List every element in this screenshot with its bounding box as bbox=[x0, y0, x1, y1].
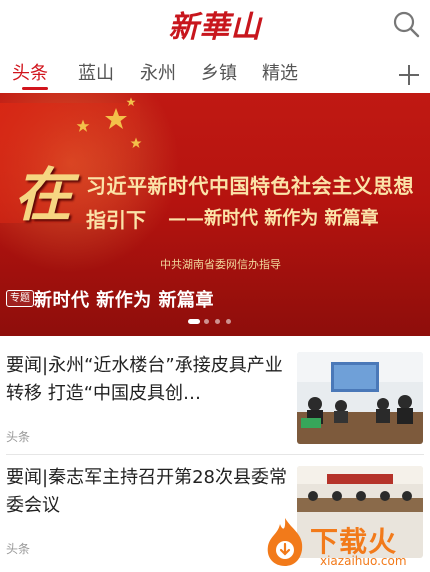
star-icon bbox=[76, 119, 90, 132]
flame-icon bbox=[267, 518, 303, 566]
news-list-item[interactable]: 要闻|永州“近水楼台”承接皮具产业转移 打造“中国皮具创… 头条 bbox=[0, 348, 430, 450]
carousel-dot[interactable] bbox=[215, 319, 220, 324]
carousel-dot-active[interactable] bbox=[188, 319, 200, 324]
top-bar: 新華山 bbox=[0, 0, 430, 50]
star-icon bbox=[126, 97, 136, 107]
plus-icon bbox=[399, 65, 419, 85]
active-tab-indicator bbox=[22, 87, 48, 90]
banner-headline-line2: 指引下 bbox=[86, 208, 146, 232]
tab-featured[interactable]: 精选 bbox=[262, 59, 298, 85]
news-thumbnail bbox=[297, 352, 423, 444]
watermark-logo: 下载火 xiazaihuo.com bbox=[262, 514, 430, 572]
featured-banner[interactable]: 在 习近平新时代中国特色社会主义思想 指引下 ——新时代 新作为 新篇章 中共湖… bbox=[0, 93, 430, 336]
tab-townships[interactable]: 乡镇 bbox=[201, 59, 237, 85]
tab-headline[interactable]: 头条 bbox=[12, 59, 48, 85]
banner-big-character: 在 bbox=[14, 161, 73, 229]
search-button[interactable] bbox=[390, 8, 422, 40]
carousel-dot[interactable] bbox=[226, 319, 231, 324]
add-channel-button[interactable] bbox=[398, 54, 420, 94]
app-logo: 新華山 bbox=[168, 10, 262, 45]
banner-headline-line1: 习近平新时代中国特色社会主义思想 bbox=[86, 174, 414, 198]
star-icon bbox=[105, 108, 127, 129]
news-title: 要闻|永州“近水楼台”承接皮具产业转移 打造“中国皮具创… bbox=[6, 355, 283, 404]
list-divider bbox=[6, 454, 424, 455]
news-title: 要闻|秦志军主持召开第28次县委常委会议 bbox=[6, 467, 287, 516]
channel-tabs: 头条 蓝山 永州 乡镇 精选 bbox=[0, 50, 430, 92]
news-source: 头条 bbox=[6, 542, 31, 556]
tab-yongzhou[interactable]: 永州 bbox=[140, 59, 176, 85]
news-source: 头条 bbox=[6, 430, 31, 444]
banner-headline-line3: ——新时代 新作为 新篇章 bbox=[168, 208, 379, 229]
special-topic-badge: 专题 bbox=[6, 290, 34, 307]
watermark-url: xiazaihuo.com bbox=[320, 554, 407, 568]
star-icon bbox=[130, 137, 142, 148]
tab-lanshan[interactable]: 蓝山 bbox=[78, 59, 114, 85]
banner-guide-text: 中共湖南省委网信办指导 bbox=[160, 258, 281, 271]
banner-title: 新时代 新作为 新篇章 bbox=[34, 290, 215, 311]
meeting-photo bbox=[297, 352, 423, 444]
carousel-dot[interactable] bbox=[204, 319, 209, 324]
search-icon bbox=[393, 11, 420, 38]
